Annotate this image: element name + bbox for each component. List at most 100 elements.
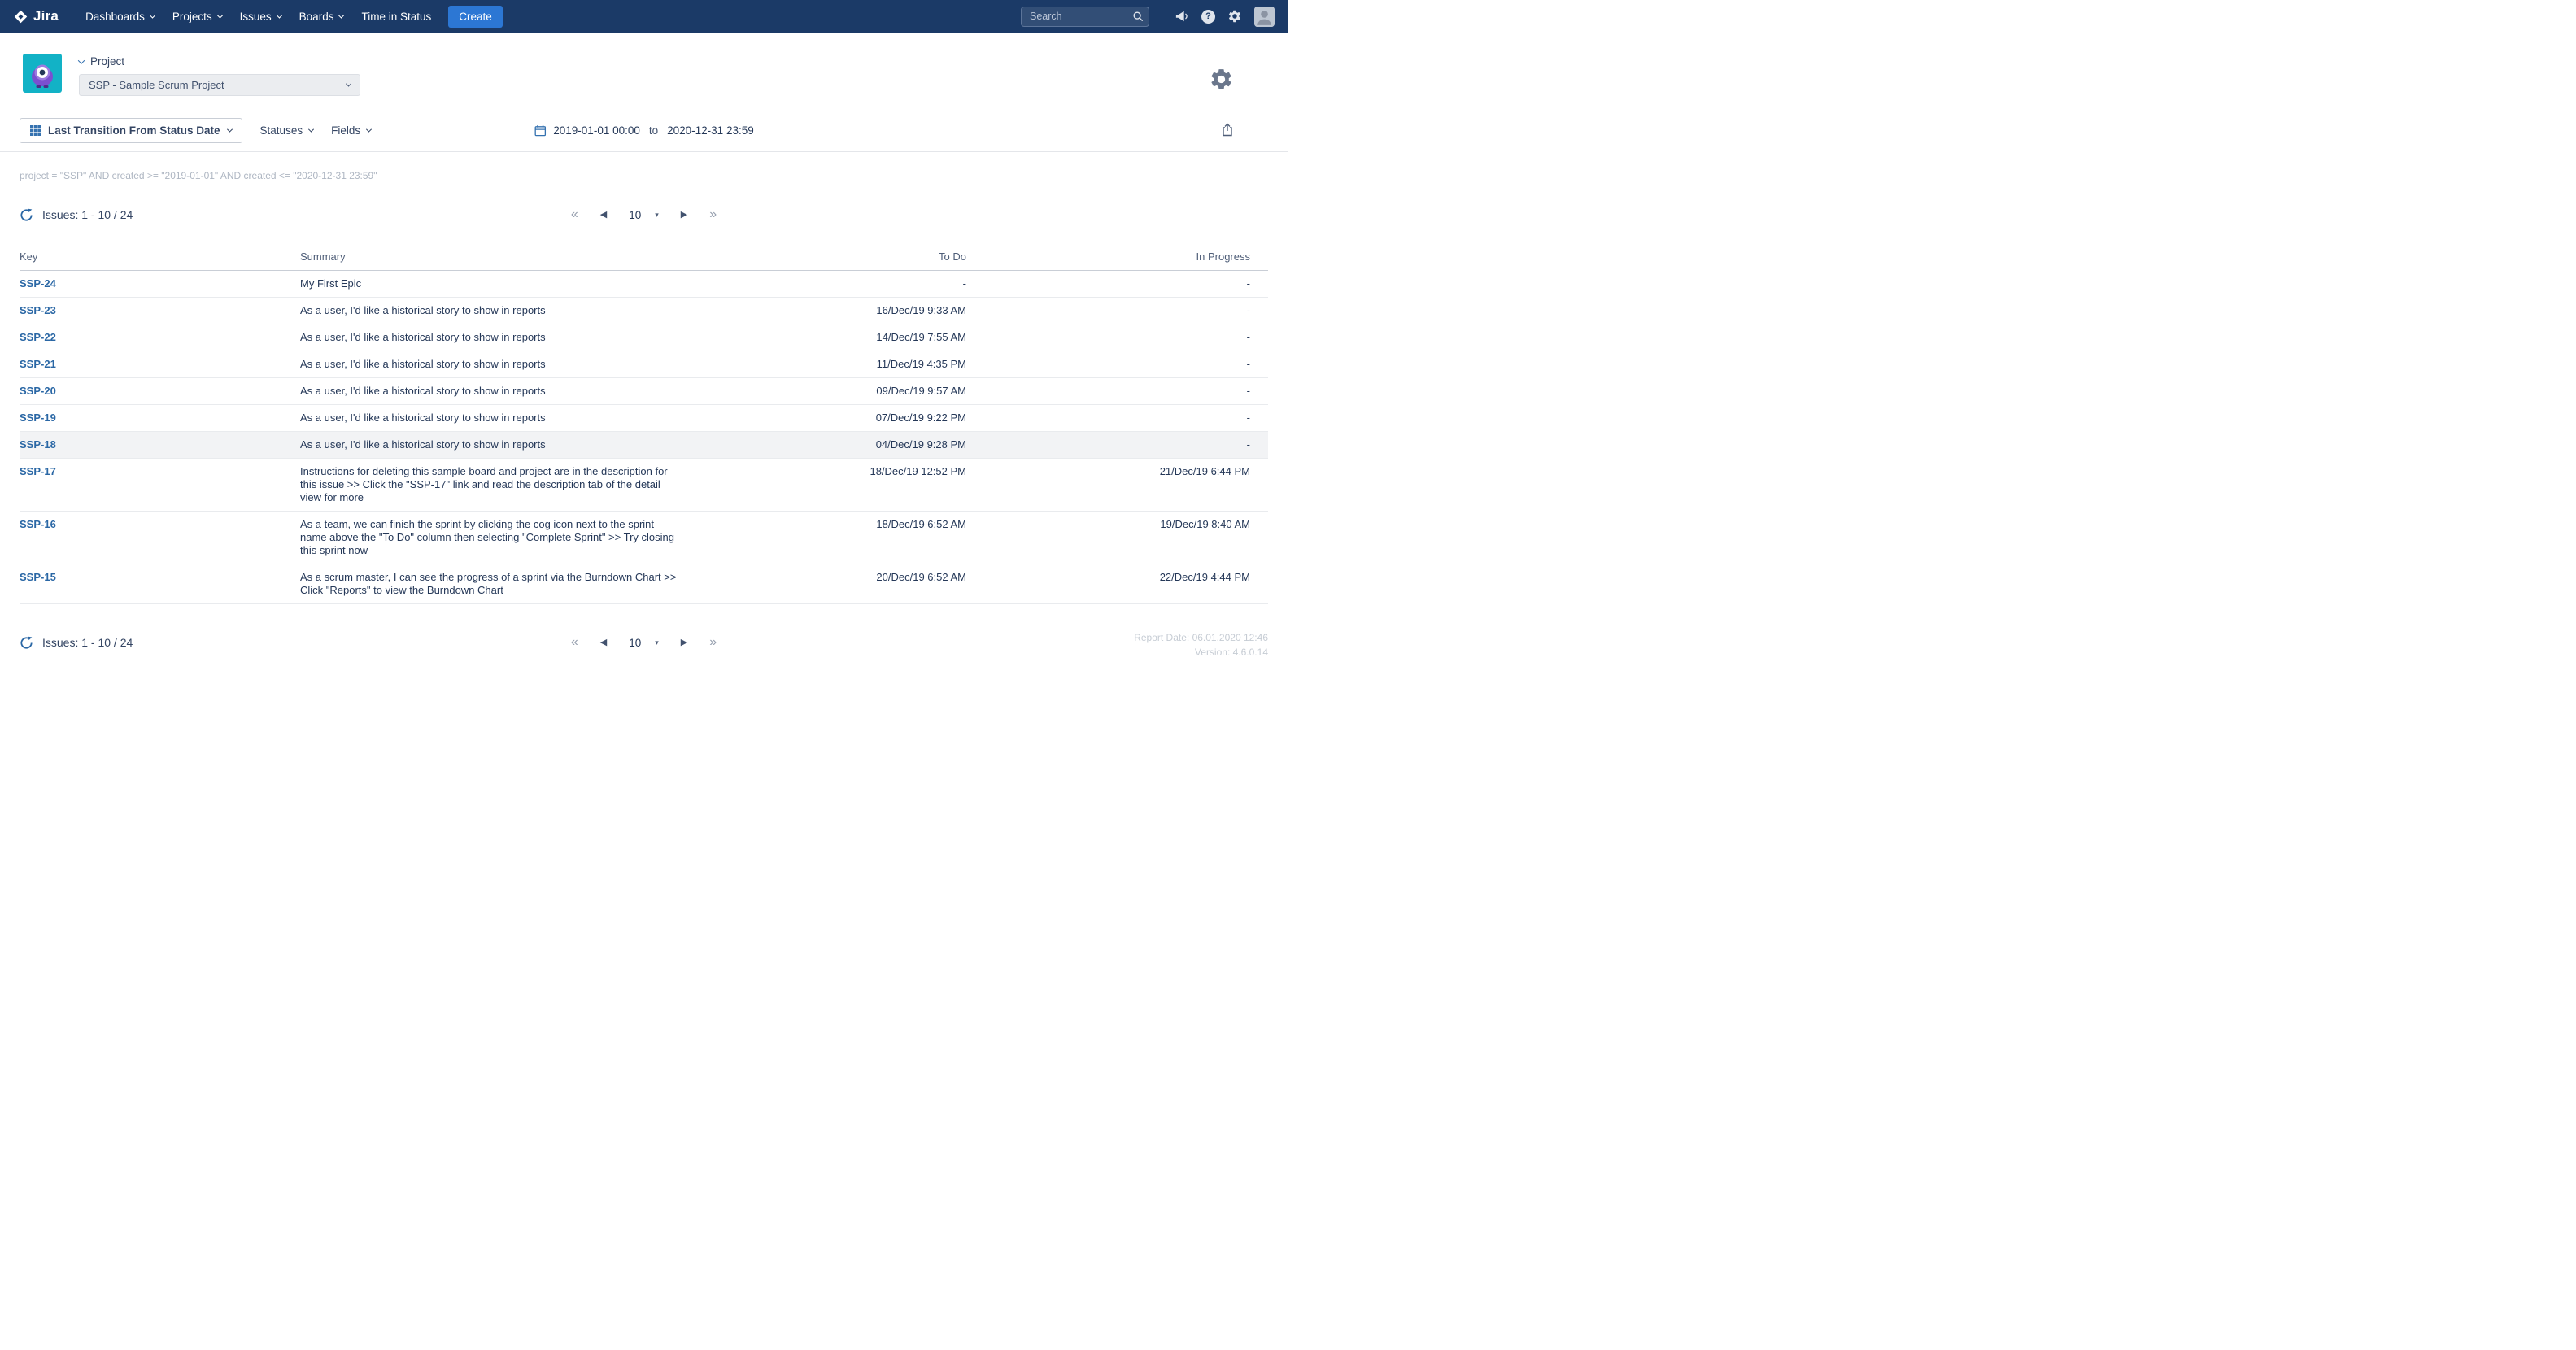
issues-summary-group: Issues: 1 - 10 / 24 <box>20 636 133 650</box>
help-icon[interactable] <box>1201 10 1215 24</box>
issue-summary: My First Epic <box>300 271 699 298</box>
nav-item-time-in-status[interactable]: Time in Status <box>352 0 440 33</box>
create-button[interactable]: Create <box>448 6 503 28</box>
search-icon[interactable] <box>1132 11 1144 26</box>
user-avatar[interactable] <box>1254 7 1275 27</box>
project-select[interactable]: SSP - Sample Scrum Project <box>79 74 360 96</box>
project-avatar <box>23 54 62 93</box>
issue-todo-date: 04/Dec/19 9:28 PM <box>699 432 987 459</box>
pagination-first-button[interactable]: « <box>571 208 578 221</box>
issue-summary: As a team, we can finish the sprint by c… <box>300 512 699 564</box>
nav-item-projects[interactable]: Projects <box>163 0 231 33</box>
avatar-image <box>1254 7 1275 27</box>
table-header-row: Key Summary To Do In Progress <box>20 244 1268 271</box>
jira-logo-icon <box>13 9 28 24</box>
column-header-key: Key <box>20 244 300 271</box>
chevron-down-icon <box>150 12 155 18</box>
issue-in-progress-date: - <box>987 271 1268 298</box>
issue-key-link[interactable]: SSP-24 <box>20 277 56 290</box>
nav-item-label: Boards <box>299 11 334 23</box>
issue-todo-date: 18/Dec/19 6:52 AM <box>699 512 987 564</box>
issue-todo-date: 07/Dec/19 9:22 PM <box>699 405 987 432</box>
column-header-todo: To Do <box>699 244 987 271</box>
issue-summary: Instructions for deleting this sample bo… <box>300 459 699 512</box>
issue-in-progress-date: - <box>987 298 1268 324</box>
project-section-toggle[interactable]: Project <box>79 55 360 68</box>
date-from: 2019-01-01 00:00 <box>553 124 640 137</box>
issue-row: SSP-17 Instructions for deleting this sa… <box>20 459 1268 512</box>
issue-key-link[interactable]: SSP-16 <box>20 518 56 530</box>
issue-row: SSP-24 My First Epic - - <box>20 271 1268 298</box>
issue-key-link[interactable]: SSP-17 <box>20 465 56 477</box>
issues-summary-group: Issues: 1 - 10 / 24 <box>20 208 133 222</box>
statuses-label: Statuses <box>260 124 303 137</box>
issue-todo-date: 18/Dec/19 12:52 PM <box>699 459 987 512</box>
chevron-down-icon <box>308 127 314 133</box>
project-selector-group: Project SSP - Sample Scrum Project <box>79 54 360 96</box>
fields-dropdown[interactable]: Fields <box>331 124 371 137</box>
issue-todo-date: 16/Dec/19 9:33 AM <box>699 298 987 324</box>
pagination-next-button[interactable]: ▶ <box>681 211 687 220</box>
settings-gear-icon[interactable] <box>1227 9 1242 24</box>
issue-summary: As a user, I'd like a historical story t… <box>300 351 699 378</box>
report-type-dropdown[interactable]: Last Transition From Status Date <box>20 118 242 143</box>
pagination-prev-button[interactable]: ◀ <box>600 211 607 220</box>
grid-icon <box>30 125 41 136</box>
issue-in-progress-date: - <box>987 324 1268 351</box>
issue-todo-date: 14/Dec/19 7:55 AM <box>699 324 987 351</box>
nav-item-label: Time in Status <box>361 11 431 23</box>
issue-in-progress-date: - <box>987 405 1268 432</box>
report-type-label: Last Transition From Status Date <box>48 124 220 137</box>
pagination-first-button[interactable]: « <box>571 636 578 649</box>
report-toolbar: Last Transition From Status Date Statuse… <box>0 118 1288 143</box>
project-header: Project SSP - Sample Scrum Project <box>0 33 1288 96</box>
issue-summary: As a user, I'd like a historical story t… <box>300 378 699 405</box>
feedback-megaphone-icon[interactable] <box>1175 10 1189 23</box>
issue-in-progress-date: 19/Dec/19 8:40 AM <box>987 512 1268 564</box>
issue-row: SSP-23 As a user, I'd like a historical … <box>20 298 1268 324</box>
issue-summary: As a user, I'd like a historical story t… <box>300 298 699 324</box>
pagination-next-button[interactable]: ▶ <box>681 638 687 647</box>
issue-key-link[interactable]: SSP-20 <box>20 385 56 397</box>
issue-row: SSP-21 As a user, I'd like a historical … <box>20 351 1268 378</box>
nav-item-boards[interactable]: Boards <box>290 0 353 33</box>
statuses-dropdown[interactable]: Statuses <box>260 124 314 137</box>
page-size-value: 10 <box>629 637 641 649</box>
issues-count-text: Issues: 1 - 10 / 24 <box>42 636 133 649</box>
nav-item-issues[interactable]: Issues <box>231 0 290 33</box>
page-size-select[interactable]: 10 <box>629 637 659 649</box>
chevron-down-icon <box>217 12 223 18</box>
refresh-icon[interactable] <box>20 636 33 650</box>
report-meta: Report Date: 06.01.2020 12:46 Version: 4… <box>1134 630 1268 660</box>
pagination-bottom: « ◀ 10 ▶ » <box>571 636 717 649</box>
nav-item-dashboards[interactable]: Dashboards <box>76 0 163 33</box>
issue-key-link[interactable]: SSP-19 <box>20 412 56 424</box>
issues-bar-top: Issues: 1 - 10 / 24 « ◀ 10 ▶ » <box>0 202 1288 228</box>
chevron-down-icon <box>227 127 233 133</box>
page-size-value: 10 <box>629 209 641 221</box>
pagination-last-button[interactable]: » <box>709 208 717 221</box>
divider <box>0 151 1288 152</box>
issue-key-link[interactable]: SSP-15 <box>20 571 56 583</box>
pagination-last-button[interactable]: » <box>709 636 717 649</box>
issue-key-link[interactable]: SSP-18 <box>20 438 56 451</box>
issues-count-text: Issues: 1 - 10 / 24 <box>42 208 133 221</box>
issue-key-link[interactable]: SSP-22 <box>20 331 56 343</box>
issue-key-link[interactable]: SSP-21 <box>20 358 56 370</box>
date-to: 2020-12-31 23:59 <box>667 124 754 137</box>
chevron-down-icon <box>338 12 344 18</box>
report-date-text: Report Date: 06.01.2020 12:46 <box>1134 630 1268 645</box>
search-input[interactable] <box>1021 7 1149 27</box>
refresh-icon[interactable] <box>20 208 33 222</box>
export-icon[interactable] <box>1221 123 1234 139</box>
issue-in-progress-date: - <box>987 378 1268 405</box>
jira-home-link[interactable]: Jira <box>13 8 59 24</box>
report-settings-gear-icon[interactable] <box>1209 67 1234 94</box>
dropdown-arrow-icon <box>655 211 659 220</box>
pagination-prev-button[interactable]: ◀ <box>600 638 607 647</box>
issue-key-link[interactable]: SSP-23 <box>20 304 56 316</box>
date-range-picker[interactable]: 2019-01-01 00:00 to 2020-12-31 23:59 <box>534 124 753 137</box>
page-size-select[interactable]: 10 <box>629 209 659 221</box>
issue-row: SSP-16 As a team, we can finish the spri… <box>20 512 1268 564</box>
date-separator: to <box>649 124 658 137</box>
